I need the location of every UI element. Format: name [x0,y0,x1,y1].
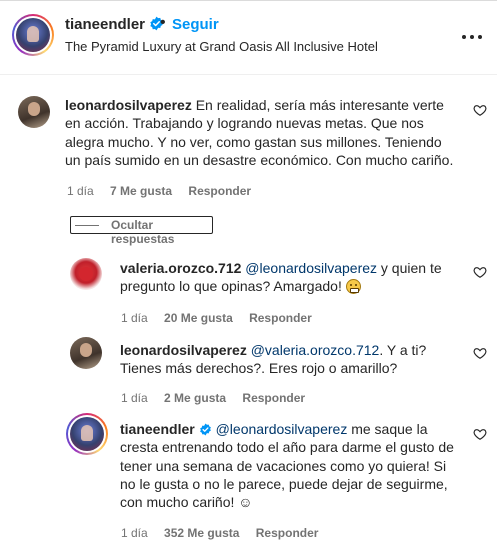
reply-time: 1 día [121,311,148,325]
reply-likes[interactable]: 2 Me gusta [164,391,226,405]
reply-body: leonardosilvaperez @valeria.orozco.712. … [120,341,460,378]
reply-button[interactable]: Responder [256,526,319,540]
reply-button[interactable]: Responder [242,391,305,405]
profile-photo-icon [70,417,104,451]
reply-button[interactable]: Responder [249,311,312,325]
like-heart-icon[interactable] [473,265,487,279]
post-location[interactable]: The Pyramid Luxury at Grand Oasis All In… [65,39,378,54]
comment-likes[interactable]: 7 Me gusta [110,184,172,198]
reply-meta: 1 día 2 Me gusta Responder [121,391,318,405]
reply-button[interactable]: Responder [188,184,251,198]
reply-body: valeria.orozco.712 @leonardosilvaperez y… [120,259,460,296]
reply-meta: 1 día 20 Me gusta Responder [121,311,325,325]
like-heart-icon[interactable] [473,427,487,441]
reply-avatar[interactable] [70,258,102,290]
reply-likes[interactable]: 20 Me gusta [164,311,233,325]
header-avatar[interactable] [12,14,54,56]
comment-username[interactable]: leonardosilvaperez [65,97,192,113]
header-username[interactable]: tianeendler [65,16,164,33]
reply-time: 1 día [121,526,148,540]
follow-button[interactable]: Seguir [172,16,219,33]
reply-mention[interactable]: @valeria.orozco.712 [251,342,380,358]
reply-body: tianeendler @leonardosilvaperez me saque… [120,420,465,511]
reply-time: 1 día [121,391,148,405]
commenter-avatar[interactable] [18,96,50,128]
header-separator: • [160,14,166,31]
hide-replies-label: Ocultar respuestas [111,218,175,246]
comment-meta: 1 día 7 Me gusta Responder [67,184,264,198]
reply-avatar[interactable] [70,337,102,369]
comment-body: leonardosilvaperez En realidad, sería má… [65,96,460,169]
reply-meta: 1 día 352 Me gusta Responder [121,526,331,540]
comment-time: 1 día [67,184,94,198]
reply-username[interactable]: tianeendler [120,421,212,437]
profile-photo-icon [16,18,50,52]
like-heart-icon[interactable] [473,103,487,117]
grimacing-face-icon [345,279,361,295]
like-heart-icon[interactable] [473,346,487,360]
hide-replies-line [75,225,99,226]
reply-likes[interactable]: 352 Me gusta [164,526,239,540]
header-username-text[interactable]: tianeendler [65,16,145,33]
hide-replies-button[interactable]: Ocultar respuestas [70,216,213,246]
post-header: tianeendler • Seguir The Pyramid Luxury … [0,0,497,75]
reply-avatar[interactable] [66,413,108,455]
reply-username[interactable]: valeria.orozco.712 [120,260,241,276]
reply-username[interactable]: leonardosilvaperez [120,342,247,358]
reply-mention[interactable]: @leonardosilvaperez [216,421,348,437]
reply-username-text[interactable]: tianeendler [120,421,195,437]
more-options-icon[interactable] [461,26,483,48]
verified-badge-icon [199,423,211,436]
reply-mention[interactable]: @leonardosilvaperez [245,260,377,276]
